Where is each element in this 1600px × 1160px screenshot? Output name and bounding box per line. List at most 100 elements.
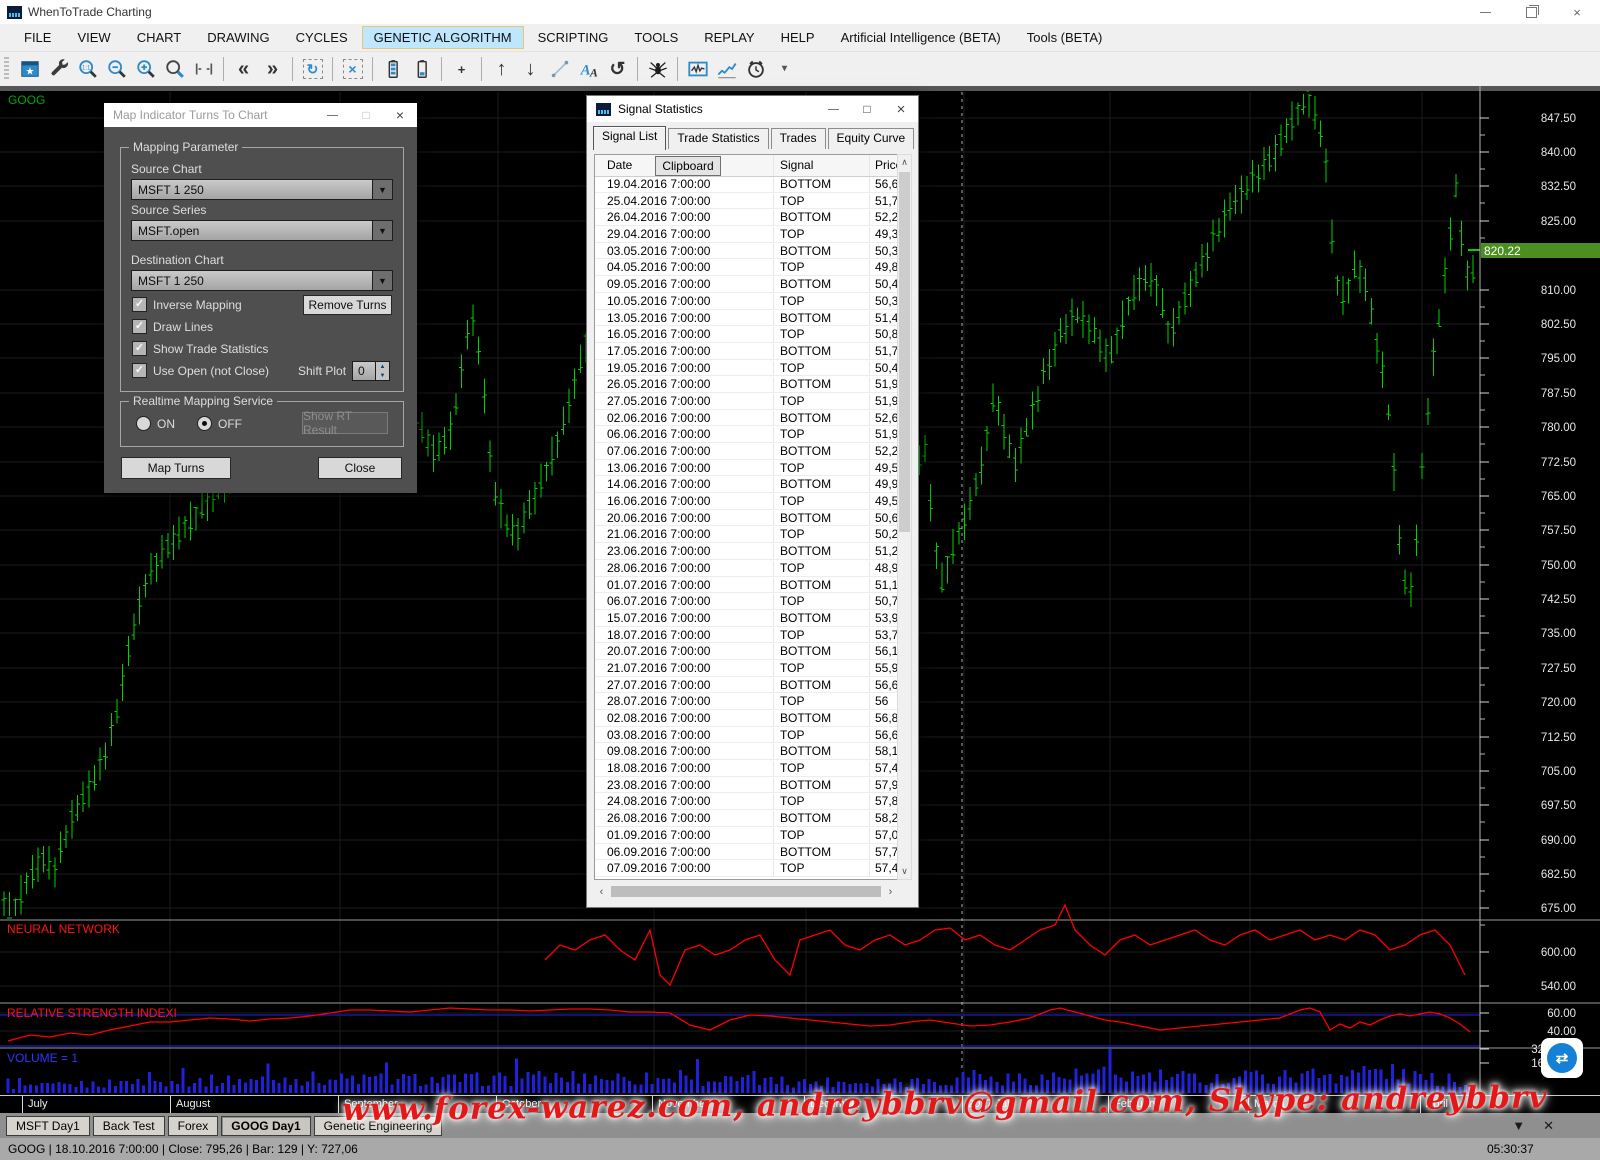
chart-tab-msft-day1[interactable]: MSFT Day1: [6, 1116, 90, 1136]
chevron-down-icon[interactable]: ▼: [372, 271, 392, 290]
close-icon[interactable]: ×: [383, 103, 417, 127]
table-row[interactable]: 19.04.2016 7:00:00BOTTOM56,63: [595, 176, 897, 193]
crosshair-plus-icon[interactable]: +: [448, 56, 475, 83]
map-dialog-titlebar[interactable]: Map Indicator Turns To Chart □ ×: [104, 103, 417, 127]
menu-item-file[interactable]: FILE: [12, 26, 63, 49]
table-row[interactable]: 19.05.2016 7:00:00TOP50,47: [595, 360, 897, 377]
table-row[interactable]: 03.08.2016 7:00:00TOP56,68: [595, 727, 897, 744]
table-row[interactable]: 16.06.2016 7:00:00TOP49,52: [595, 493, 897, 510]
table-row[interactable]: 01.07.2016 7:00:00BOTTOM51,13: [595, 577, 897, 594]
table-row[interactable]: 13.05.2016 7:00:00BOTTOM51,44: [595, 310, 897, 327]
menu-item-chart[interactable]: CHART: [125, 26, 194, 49]
table-row[interactable]: 04.05.2016 7:00:00TOP49,84: [595, 259, 897, 276]
tab-signal-list[interactable]: Signal List: [593, 126, 666, 150]
table-row[interactable]: 23.08.2016 7:00:00BOTTOM57,9: [595, 777, 897, 794]
chevron-down-icon[interactable]: ▼: [372, 221, 392, 240]
map-turns-button[interactable]: Map Turns: [121, 457, 231, 479]
menu-item-tools[interactable]: TOOLS: [622, 26, 690, 49]
table-row[interactable]: 16.05.2016 7:00:00TOP50,8: [595, 326, 897, 343]
table-row[interactable]: 27.05.2016 7:00:00TOP51,92: [595, 393, 897, 410]
table-row[interactable]: 23.06.2016 7:00:00BOTTOM51,28: [595, 543, 897, 560]
table-row[interactable]: 14.06.2016 7:00:00BOTTOM49,9: [595, 476, 897, 493]
table-row[interactable]: 29.04.2016 7:00:00TOP49,35: [595, 226, 897, 243]
table-row[interactable]: 24.08.2016 7:00:00TOP57,8: [595, 793, 897, 810]
table-row[interactable]: 20.07.2016 7:00:00BOTTOM56,15: [595, 643, 897, 660]
maximize-icon[interactable]: □: [349, 103, 383, 127]
clipboard-button[interactable]: Clipboard: [655, 156, 721, 176]
shift-plot-stepper[interactable]: 0 ▲▼: [352, 361, 390, 381]
tab-close-icon[interactable]: ✕: [1543, 1118, 1554, 1134]
source-chart-select[interactable]: MSFT 1 250 ▼: [131, 179, 393, 200]
close-button[interactable]: Close: [318, 457, 402, 479]
clear-selection-icon[interactable]: ×: [339, 56, 366, 83]
table-row[interactable]: 18.07.2016 7:00:00TOP53,7: [595, 627, 897, 644]
horizontal-scrollbar[interactable]: ‹ ›: [594, 884, 898, 899]
menu-item-drawing[interactable]: DRAWING: [195, 26, 281, 49]
scroll-right-icon[interactable]: »: [259, 56, 286, 83]
menu-item-view[interactable]: VIEW: [65, 26, 122, 49]
menu-item-artificial-intelligence-beta-[interactable]: Artificial Intelligence (BETA): [829, 26, 1013, 49]
source-series-select[interactable]: MSFT.open ▼: [131, 220, 393, 241]
table-row[interactable]: 28.06.2016 7:00:00TOP48,92: [595, 560, 897, 577]
close-icon[interactable]: ×: [884, 96, 918, 122]
trendline-tool-icon[interactable]: [546, 56, 573, 83]
table-row[interactable]: 07.06.2016 7:00:00BOTTOM52,24: [595, 443, 897, 460]
table-row[interactable]: 26.05.2016 7:00:00BOTTOM51,93: [595, 376, 897, 393]
table-row[interactable]: 01.09.2016 7:00:00TOP57,01: [595, 827, 897, 844]
battery-full-icon[interactable]: [379, 56, 406, 83]
column-header-signal[interactable]: Signal: [780, 158, 813, 172]
minimize-icon[interactable]: [315, 103, 349, 127]
table-row[interactable]: 25.04.2016 7:00:00TOP51,78: [595, 193, 897, 210]
show-trade-statistics-checkbox[interactable]: ✓Show Trade Statistics: [132, 341, 268, 356]
arrow-up-icon[interactable]: ↑: [488, 56, 515, 83]
tab-equity-curve[interactable]: Equity Curve: [828, 128, 915, 149]
table-row[interactable]: 07.09.2016 7:00:00TOP57,47: [595, 860, 897, 877]
table-row[interactable]: 21.06.2016 7:00:00TOP50,2: [595, 526, 897, 543]
table-row[interactable]: 06.06.2016 7:00:00TOP51,99: [595, 426, 897, 443]
spin-down-icon[interactable]: ▼: [376, 371, 389, 380]
new-chart-window-icon[interactable]: ★: [16, 56, 43, 83]
table-row[interactable]: 02.08.2016 7:00:00BOTTOM56,85: [595, 710, 897, 727]
use-open-checkbox[interactable]: ✓Use Open (not Close): [132, 363, 269, 378]
bar-spacing-icon[interactable]: [190, 56, 217, 83]
refresh-selection-icon[interactable]: ↻: [299, 56, 326, 83]
remove-turns-button[interactable]: Remove Turns: [303, 295, 392, 315]
vertical-scrollbar[interactable]: ∧ ∨: [897, 154, 912, 880]
alarm-clock-icon[interactable]: [742, 56, 769, 83]
toolbar-overflow-icon[interactable]: ▾: [771, 56, 798, 83]
minimize-icon[interactable]: [1462, 0, 1508, 24]
remote-access-icon[interactable]: ⇄: [1541, 1038, 1583, 1078]
table-row[interactable]: 03.05.2016 7:00:00BOTTOM50,34: [595, 243, 897, 260]
table-row[interactable]: 02.06.2016 7:00:00BOTTOM52,64: [595, 410, 897, 427]
indicator-window-icon[interactable]: [684, 56, 711, 83]
table-row[interactable]: 27.07.2016 7:00:00BOTTOM56,61: [595, 677, 897, 694]
zoom-in-icon[interactable]: [132, 56, 159, 83]
column-header-date[interactable]: Date: [607, 158, 632, 172]
menu-item-help[interactable]: HELP: [769, 26, 827, 49]
zoom-out-icon[interactable]: [103, 56, 130, 83]
close-icon[interactable]: ×: [1554, 0, 1600, 24]
font-tool-icon[interactable]: AA: [575, 56, 602, 83]
table-row[interactable]: 28.07.2016 7:00:00TOP56: [595, 693, 897, 710]
tab-trades[interactable]: Trades: [771, 128, 826, 149]
table-row[interactable]: 06.07.2016 7:00:00TOP50,78: [595, 593, 897, 610]
arrow-down-icon[interactable]: ↓: [517, 56, 544, 83]
table-row[interactable]: 20.06.2016 7:00:00BOTTOM50,64: [595, 510, 897, 527]
scroll-left-icon[interactable]: ‹: [594, 886, 609, 898]
scroll-down-icon[interactable]: ∨: [898, 864, 911, 879]
radio-off[interactable]: [197, 416, 212, 431]
table-row[interactable]: 26.04.2016 7:00:00BOTTOM52,26: [595, 209, 897, 226]
destination-chart-select[interactable]: MSFT 1 250 ▼: [131, 270, 393, 291]
table-row[interactable]: 18.08.2016 7:00:00TOP57,42: [595, 760, 897, 777]
table-row[interactable]: 13.06.2016 7:00:00TOP49,58: [595, 460, 897, 477]
chart-tab-back-test[interactable]: Back Test: [93, 1116, 165, 1136]
scroll-left-icon[interactable]: «: [230, 56, 257, 83]
menu-item-cycles[interactable]: CYCLES: [284, 26, 360, 49]
table-row[interactable]: 09.08.2016 7:00:00BOTTOM58,17: [595, 743, 897, 760]
inverse-mapping-checkbox[interactable]: ✓Inverse Mapping: [132, 297, 242, 312]
toolbar-grip[interactable]: [4, 57, 9, 81]
table-row[interactable]: 26.08.2016 7:00:00BOTTOM58,28: [595, 810, 897, 827]
tab-list-dropdown-icon[interactable]: ▼: [1512, 1118, 1525, 1133]
history-restore-icon[interactable]: ↺: [604, 56, 631, 83]
menu-item-tools-beta-[interactable]: Tools (BETA): [1015, 26, 1115, 49]
